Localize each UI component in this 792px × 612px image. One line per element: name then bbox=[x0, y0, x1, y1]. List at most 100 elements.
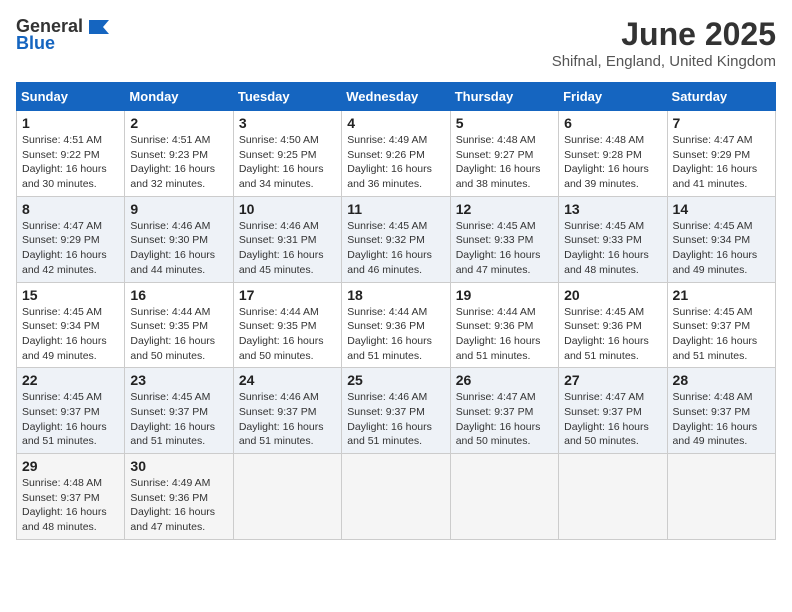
day-info: Sunrise: 4:44 AMSunset: 9:36 PMDaylight:… bbox=[456, 305, 553, 364]
day-info: Sunrise: 4:45 AMSunset: 9:34 PMDaylight:… bbox=[22, 305, 119, 364]
calendar-cell: 23 Sunrise: 4:45 AMSunset: 9:37 PMDayligh… bbox=[125, 368, 233, 454]
calendar-cell bbox=[233, 454, 341, 540]
day-info: Sunrise: 4:45 AMSunset: 9:33 PMDaylight:… bbox=[564, 219, 661, 278]
calendar-cell: 25 Sunrise: 4:46 AMSunset: 9:37 PMDayligh… bbox=[342, 368, 450, 454]
day-info: Sunrise: 4:44 AMSunset: 9:35 PMDaylight:… bbox=[130, 305, 227, 364]
day-info: Sunrise: 4:45 AMSunset: 9:36 PMDaylight:… bbox=[564, 305, 661, 364]
col-saturday: Saturday bbox=[667, 83, 775, 111]
day-number: 18 bbox=[347, 287, 444, 303]
day-info: Sunrise: 4:48 AMSunset: 9:37 PMDaylight:… bbox=[22, 476, 119, 535]
calendar-cell: 27 Sunrise: 4:47 AMSunset: 9:37 PMDayligh… bbox=[559, 368, 667, 454]
title-area: June 2025 Shifnal, England, United Kingd… bbox=[552, 16, 776, 70]
day-info: Sunrise: 4:48 AMSunset: 9:28 PMDaylight:… bbox=[564, 133, 661, 192]
day-number: 5 bbox=[456, 115, 553, 131]
calendar-cell: 24 Sunrise: 4:46 AMSunset: 9:37 PMDayligh… bbox=[233, 368, 341, 454]
logo: General Blue bbox=[16, 16, 113, 54]
calendar-cell: 28 Sunrise: 4:48 AMSunset: 9:37 PMDayligh… bbox=[667, 368, 775, 454]
day-info: Sunrise: 4:45 AMSunset: 9:37 PMDaylight:… bbox=[130, 390, 227, 449]
day-number: 4 bbox=[347, 115, 444, 131]
day-number: 26 bbox=[456, 372, 553, 388]
day-info: Sunrise: 4:49 AMSunset: 9:36 PMDaylight:… bbox=[130, 476, 227, 535]
calendar-cell bbox=[559, 454, 667, 540]
calendar-week-row: 22 Sunrise: 4:45 AMSunset: 9:37 PMDayligh… bbox=[17, 368, 776, 454]
calendar-table: Sunday Monday Tuesday Wednesday Thursday… bbox=[16, 82, 776, 540]
day-info: Sunrise: 4:47 AMSunset: 9:37 PMDaylight:… bbox=[456, 390, 553, 449]
calendar-week-row: 1Sunrise: 4:51 AMSunset: 9:22 PMDaylight… bbox=[17, 111, 776, 197]
day-info: Sunrise: 4:46 AMSunset: 9:31 PMDaylight:… bbox=[239, 219, 336, 278]
calendar-cell: 9 Sunrise: 4:46 AMSunset: 9:30 PMDaylight… bbox=[125, 196, 233, 282]
day-number: 10 bbox=[239, 201, 336, 217]
day-info: Sunrise: 4:46 AMSunset: 9:37 PMDaylight:… bbox=[347, 390, 444, 449]
calendar-cell: 4 Sunrise: 4:49 AMSunset: 9:26 PMDaylight… bbox=[342, 111, 450, 197]
calendar-cell: 15Sunrise: 4:45 AMSunset: 9:34 PMDayligh… bbox=[17, 282, 125, 368]
col-sunday: Sunday bbox=[17, 83, 125, 111]
calendar-cell: 22 Sunrise: 4:45 AMSunset: 9:37 PMDayligh… bbox=[17, 368, 125, 454]
day-info: Sunrise: 4:45 AMSunset: 9:33 PMDaylight:… bbox=[456, 219, 553, 278]
day-info: Sunrise: 4:44 AMSunset: 9:36 PMDaylight:… bbox=[347, 305, 444, 364]
calendar-cell bbox=[342, 454, 450, 540]
day-number: 1 bbox=[22, 115, 119, 131]
day-number: 19 bbox=[456, 287, 553, 303]
day-number: 8 bbox=[22, 201, 119, 217]
location-title: Shifnal, England, United Kingdom bbox=[552, 53, 776, 70]
day-info: Sunrise: 4:50 AMSunset: 9:25 PMDaylight:… bbox=[239, 133, 336, 192]
day-number: 9 bbox=[130, 201, 227, 217]
month-title: June 2025 bbox=[552, 16, 776, 53]
calendar-cell: 20 Sunrise: 4:45 AMSunset: 9:36 PMDayligh… bbox=[559, 282, 667, 368]
header: General Blue June 2025 Shifnal, England,… bbox=[16, 16, 776, 70]
calendar-cell: 11 Sunrise: 4:45 AMSunset: 9:32 PMDayligh… bbox=[342, 196, 450, 282]
calendar-week-row: 29 Sunrise: 4:48 AMSunset: 9:37 PMDayligh… bbox=[17, 454, 776, 540]
day-number: 27 bbox=[564, 372, 661, 388]
day-info: Sunrise: 4:49 AMSunset: 9:26 PMDaylight:… bbox=[347, 133, 444, 192]
col-tuesday: Tuesday bbox=[233, 83, 341, 111]
col-friday: Friday bbox=[559, 83, 667, 111]
day-number: 29 bbox=[22, 458, 119, 474]
calendar-cell: 30 Sunrise: 4:49 AMSunset: 9:36 PMDayligh… bbox=[125, 454, 233, 540]
calendar-cell: 6 Sunrise: 4:48 AMSunset: 9:28 PMDaylight… bbox=[559, 111, 667, 197]
calendar-cell: 26 Sunrise: 4:47 AMSunset: 9:37 PMDayligh… bbox=[450, 368, 558, 454]
calendar-week-row: 15Sunrise: 4:45 AMSunset: 9:34 PMDayligh… bbox=[17, 282, 776, 368]
day-number: 20 bbox=[564, 287, 661, 303]
day-info: Sunrise: 4:51 AMSunset: 9:23 PMDaylight:… bbox=[130, 133, 227, 192]
day-number: 22 bbox=[22, 372, 119, 388]
day-info: Sunrise: 4:45 AMSunset: 9:37 PMDaylight:… bbox=[22, 390, 119, 449]
calendar-cell: 29 Sunrise: 4:48 AMSunset: 9:37 PMDayligh… bbox=[17, 454, 125, 540]
calendar-cell: 12Sunrise: 4:45 AMSunset: 9:33 PMDayligh… bbox=[450, 196, 558, 282]
col-monday: Monday bbox=[125, 83, 233, 111]
calendar-cell: 10 Sunrise: 4:46 AMSunset: 9:31 PMDayligh… bbox=[233, 196, 341, 282]
day-number: 25 bbox=[347, 372, 444, 388]
calendar-cell: 14 Sunrise: 4:45 AMSunset: 9:34 PMDayligh… bbox=[667, 196, 775, 282]
day-number: 13 bbox=[564, 201, 661, 217]
day-number: 16 bbox=[130, 287, 227, 303]
calendar-cell: 8Sunrise: 4:47 AMSunset: 9:29 PMDaylight… bbox=[17, 196, 125, 282]
calendar-cell: 7Sunrise: 4:47 AMSunset: 9:29 PMDaylight… bbox=[667, 111, 775, 197]
calendar-cell: 2 Sunrise: 4:51 AMSunset: 9:23 PMDaylight… bbox=[125, 111, 233, 197]
day-number: 30 bbox=[130, 458, 227, 474]
day-info: Sunrise: 4:47 AMSunset: 9:37 PMDaylight:… bbox=[564, 390, 661, 449]
calendar-cell: 16 Sunrise: 4:44 AMSunset: 9:35 PMDayligh… bbox=[125, 282, 233, 368]
day-number: 14 bbox=[673, 201, 770, 217]
logo-blue-text: Blue bbox=[16, 33, 55, 54]
calendar-cell: 19 Sunrise: 4:44 AMSunset: 9:36 PMDayligh… bbox=[450, 282, 558, 368]
calendar-cell: 21Sunrise: 4:45 AMSunset: 9:37 PMDayligh… bbox=[667, 282, 775, 368]
day-number: 28 bbox=[673, 372, 770, 388]
calendar-cell bbox=[450, 454, 558, 540]
calendar-cell: 13 Sunrise: 4:45 AMSunset: 9:33 PMDayligh… bbox=[559, 196, 667, 282]
col-wednesday: Wednesday bbox=[342, 83, 450, 111]
day-number: 11 bbox=[347, 201, 444, 217]
calendar-cell: 3 Sunrise: 4:50 AMSunset: 9:25 PMDaylight… bbox=[233, 111, 341, 197]
day-number: 17 bbox=[239, 287, 336, 303]
calendar-header-row: Sunday Monday Tuesday Wednesday Thursday… bbox=[17, 83, 776, 111]
day-number: 23 bbox=[130, 372, 227, 388]
day-number: 24 bbox=[239, 372, 336, 388]
day-info: Sunrise: 4:48 AMSunset: 9:37 PMDaylight:… bbox=[673, 390, 770, 449]
day-number: 6 bbox=[564, 115, 661, 131]
day-info: Sunrise: 4:46 AMSunset: 9:37 PMDaylight:… bbox=[239, 390, 336, 449]
calendar-cell: 17Sunrise: 4:44 AMSunset: 9:35 PMDayligh… bbox=[233, 282, 341, 368]
day-number: 7 bbox=[673, 115, 770, 131]
day-info: Sunrise: 4:45 AMSunset: 9:34 PMDaylight:… bbox=[673, 219, 770, 278]
day-number: 2 bbox=[130, 115, 227, 131]
day-info: Sunrise: 4:46 AMSunset: 9:30 PMDaylight:… bbox=[130, 219, 227, 278]
day-info: Sunrise: 4:45 AMSunset: 9:32 PMDaylight:… bbox=[347, 219, 444, 278]
day-number: 3 bbox=[239, 115, 336, 131]
